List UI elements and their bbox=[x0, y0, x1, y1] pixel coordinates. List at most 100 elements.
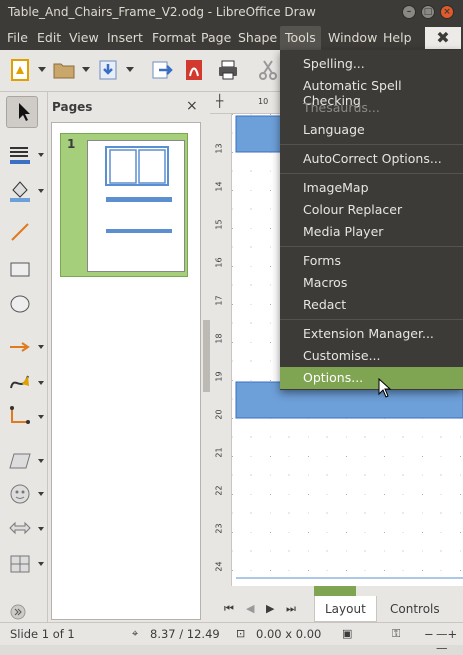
menu-view[interactable]: View bbox=[69, 30, 99, 45]
export-pdf-icon[interactable] bbox=[182, 58, 206, 82]
menu-format[interactable]: Format bbox=[152, 30, 196, 45]
menu-edit[interactable]: Edit bbox=[37, 30, 61, 45]
menu-item-customise[interactable]: Customise... bbox=[280, 345, 463, 367]
connectors-dropdown-icon[interactable] bbox=[38, 415, 44, 419]
scrollbar-thumb[interactable] bbox=[314, 586, 356, 596]
menu-item-colour-replacer[interactable]: Colour Replacer bbox=[280, 199, 463, 221]
open-folder-icon[interactable] bbox=[52, 58, 76, 82]
export-icon[interactable] bbox=[150, 58, 174, 82]
ruler-origin-icon: ┼ bbox=[216, 94, 224, 108]
line-color-icon[interactable] bbox=[8, 142, 32, 166]
first-page-icon[interactable]: ⏮ bbox=[224, 602, 234, 616]
fill-color-icon[interactable] bbox=[8, 178, 32, 202]
menu-insert[interactable]: Insert bbox=[107, 30, 143, 45]
print-icon[interactable] bbox=[216, 58, 240, 82]
ruler-label: 14 bbox=[214, 181, 224, 192]
maximize-icon[interactable]: □ bbox=[421, 5, 435, 19]
document-modified-icon[interactable]: ▣ bbox=[342, 627, 352, 640]
pages-panel: Pages × 1 bbox=[48, 92, 203, 622]
lines-arrows-dropdown-icon[interactable] bbox=[38, 345, 44, 349]
expand-toolbar-icon[interactable] bbox=[10, 604, 26, 620]
horizontal-scrollbar[interactable] bbox=[210, 586, 463, 596]
splitter-grip[interactable] bbox=[203, 320, 210, 392]
menu-shape[interactable]: Shape bbox=[238, 30, 277, 45]
signature-icon[interactable]: ⚿ bbox=[392, 627, 400, 641]
curve-tool-icon[interactable] bbox=[8, 370, 32, 394]
basic-shapes-dropdown-icon[interactable] bbox=[38, 459, 44, 463]
menu-separator bbox=[280, 246, 463, 247]
slide-indicator: Slide 1 of 1 bbox=[10, 627, 75, 641]
flowchart-dropdown-icon[interactable] bbox=[38, 562, 44, 566]
menu-item-media-player[interactable]: Media Player bbox=[280, 221, 463, 243]
menu-item-language[interactable]: Language bbox=[280, 119, 463, 141]
block-arrows-dropdown-icon[interactable] bbox=[38, 527, 44, 531]
statusbar: Slide 1 of 1 ⌖ 8.37 / 12.49 ⊡ 0.00 x 0.0… bbox=[0, 622, 463, 655]
menu-item-automatic-spell-checking[interactable]: Automatic Spell Checking bbox=[280, 75, 463, 108]
line-color-dropdown-icon[interactable] bbox=[38, 153, 44, 157]
page-preview-drawing bbox=[105, 146, 172, 233]
ruler-label: 21 bbox=[214, 447, 224, 458]
rectangle-tool-icon[interactable] bbox=[8, 257, 32, 281]
menu-help[interactable]: Help bbox=[383, 30, 412, 45]
page-preview bbox=[87, 140, 185, 272]
last-page-icon[interactable]: ⏭ bbox=[286, 602, 296, 616]
cut-icon[interactable] bbox=[256, 58, 280, 82]
close-window-icon[interactable]: × bbox=[440, 5, 454, 19]
next-page-icon[interactable]: ▶ bbox=[266, 602, 274, 615]
tab-controls[interactable]: Controls bbox=[380, 596, 450, 622]
menu-item-macros[interactable]: Macros bbox=[280, 272, 463, 294]
menu-item-extension-manager[interactable]: Extension Manager... bbox=[280, 323, 463, 345]
connector-tool-icon[interactable] bbox=[8, 404, 32, 428]
ruler-label: 15 bbox=[214, 219, 224, 230]
ruler-label: 17 bbox=[214, 295, 224, 306]
ruler-label: 23 bbox=[214, 523, 224, 534]
menu-separator bbox=[280, 319, 463, 320]
previous-page-icon[interactable]: ◀ bbox=[246, 602, 254, 615]
position-icon: ⌖ bbox=[132, 627, 139, 640]
menu-file[interactable]: File bbox=[7, 30, 28, 45]
vertical-ruler[interactable]: 13 14 15 16 17 18 19 20 21 22 23 24 bbox=[210, 114, 232, 586]
symbol-shapes-icon[interactable] bbox=[8, 482, 32, 506]
menu-item-options[interactable]: Options... bbox=[280, 367, 463, 389]
drawing-toolbar bbox=[0, 92, 48, 622]
save-dropdown-icon[interactable] bbox=[126, 67, 134, 72]
panel-splitter[interactable] bbox=[203, 92, 210, 622]
block-arrows-icon[interactable] bbox=[8, 516, 32, 540]
page-thumbnail[interactable]: 1 bbox=[60, 133, 188, 277]
pages-panel-title: Pages bbox=[52, 100, 93, 114]
ellipse-tool-icon[interactable] bbox=[8, 292, 32, 316]
pages-panel-close-icon[interactable]: × bbox=[186, 98, 198, 114]
arrow-line-tool-icon[interactable] bbox=[8, 335, 32, 359]
menu-separator bbox=[280, 144, 463, 145]
ruler-label: 19 bbox=[214, 371, 224, 382]
curves-dropdown-icon[interactable] bbox=[38, 381, 44, 385]
symbol-shapes-dropdown-icon[interactable] bbox=[38, 492, 44, 496]
menu-item-redact[interactable]: Redact bbox=[280, 294, 463, 316]
line-tool-icon[interactable] bbox=[8, 220, 32, 244]
zoom-out-icon[interactable]: − bbox=[424, 627, 434, 641]
object-size: 0.00 x 0.00 bbox=[256, 627, 322, 641]
menu-item-imagemap[interactable]: ImageMap bbox=[280, 177, 463, 199]
ruler-label: 22 bbox=[214, 485, 224, 496]
menu-item-spelling[interactable]: Spelling... bbox=[280, 53, 463, 75]
open-dropdown-icon[interactable] bbox=[82, 67, 90, 72]
new-document-icon[interactable] bbox=[8, 58, 32, 82]
menu-item-forms[interactable]: Forms bbox=[280, 250, 463, 272]
fill-color-dropdown-icon[interactable] bbox=[38, 189, 44, 193]
window-titlebar: Table_And_Chairs_Frame_V2.odg - LibreOff… bbox=[0, 0, 463, 26]
zoom-slider[interactable]: —+— bbox=[436, 627, 463, 655]
minimize-icon[interactable]: – bbox=[402, 5, 416, 19]
tools-menu: Spelling... Automatic Spell Checking The… bbox=[280, 50, 463, 390]
ruler-label: 13 bbox=[214, 143, 224, 154]
menu-tools[interactable]: Tools bbox=[280, 26, 321, 50]
close-document-button[interactable]: ✖ bbox=[425, 27, 461, 49]
menu-item-autocorrect-options[interactable]: AutoCorrect Options... bbox=[280, 148, 463, 170]
save-icon[interactable] bbox=[96, 58, 120, 82]
tab-layout[interactable]: Layout bbox=[314, 596, 377, 622]
basic-shapes-icon[interactable] bbox=[8, 448, 32, 472]
ruler-label: 18 bbox=[214, 333, 224, 344]
new-dropdown-icon[interactable] bbox=[38, 67, 46, 72]
menu-window[interactable]: Window bbox=[328, 30, 377, 45]
flowchart-icon[interactable] bbox=[8, 552, 32, 576]
menu-page[interactable]: Page bbox=[201, 30, 231, 45]
